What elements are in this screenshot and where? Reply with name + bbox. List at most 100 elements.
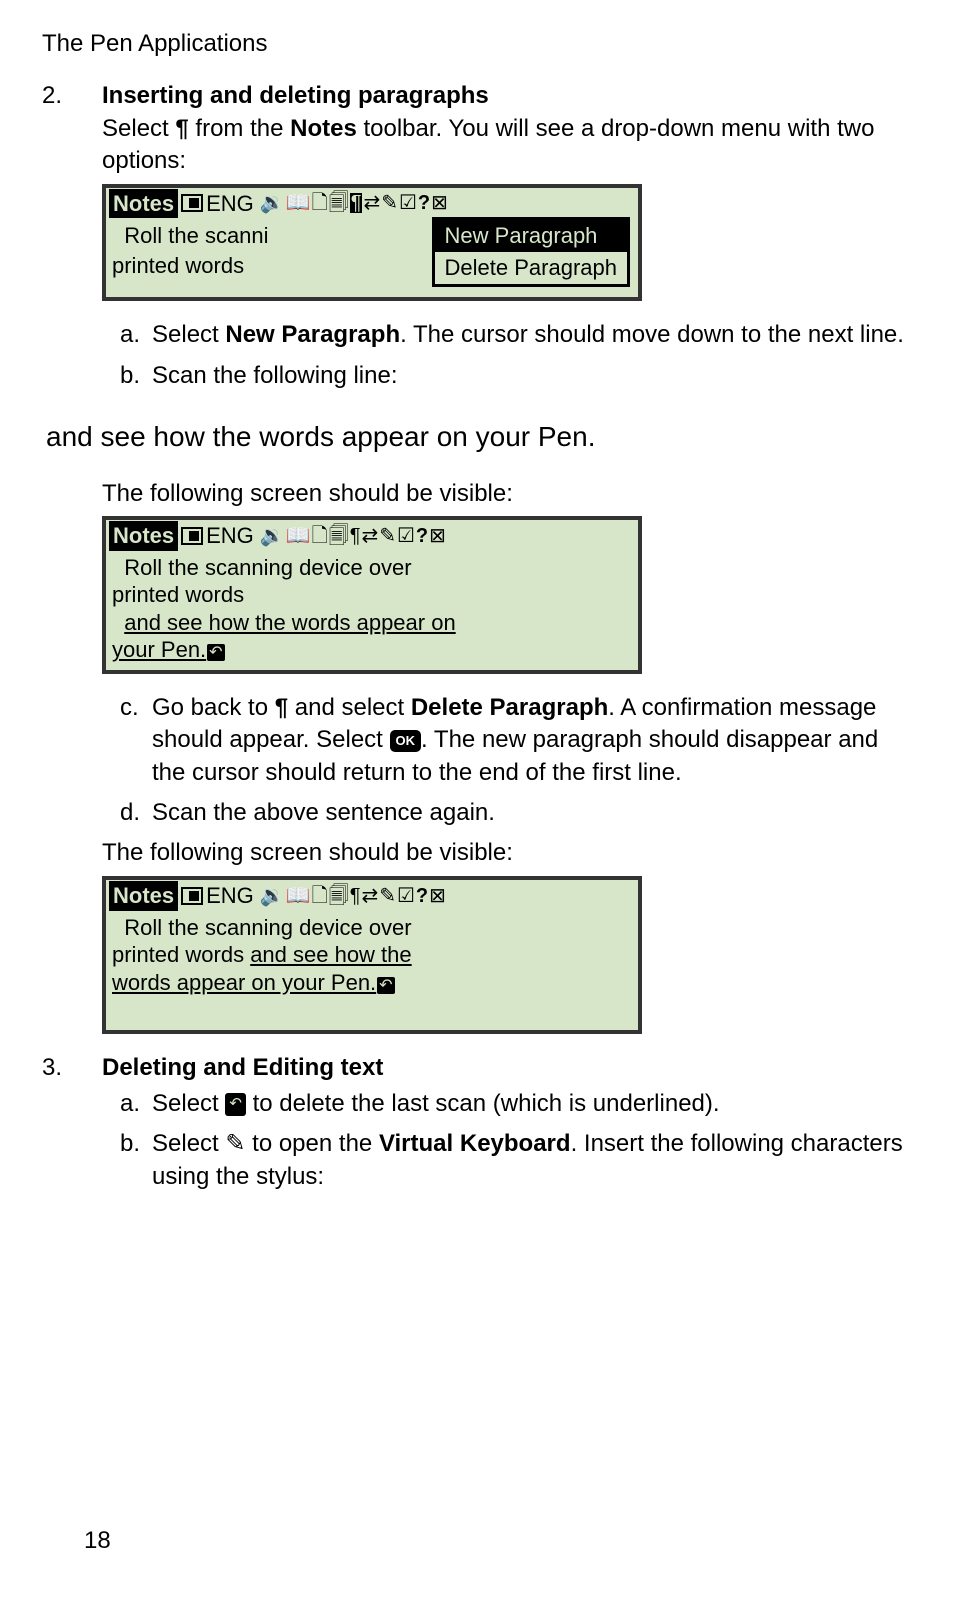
language-code-2: ENG — [206, 521, 254, 551]
item-3b: b. Select ✎ to open the Virtual Keyboard… — [120, 1128, 912, 1193]
new-file-icon: 🗋 — [312, 526, 328, 546]
pilcrow-toolbar-icon: ¶ — [350, 526, 361, 546]
dict-icon: 📖 — [286, 886, 311, 906]
section-title: Inserting and deleting paragraphs — [102, 80, 912, 112]
notes-titlebar-2: Notes ENG 🔉 📖 🗋 🗐 ¶ ⇄ ✎ ☑ ? ⊠ — [106, 520, 638, 552]
swap-icon: ⇄ — [361, 526, 378, 546]
section-number-3: 3. — [42, 1052, 102, 1202]
notes-titlebar: Notes ENG 🔉 📖 🗋 🗐 ¶ ⇄ ✎ ☑ ? ⊠ — [106, 188, 638, 220]
section-3: 3. Deleting and Editing text a. Select ↶… — [42, 1052, 912, 1202]
screenshot-dropdown: Notes ENG 🔉 📖 🗋 🗐 ¶ ⇄ ✎ ☑ ? ⊠ Roll th — [102, 184, 642, 302]
letter-b: b. — [120, 360, 152, 392]
3b-pre: Select — [152, 1130, 225, 1157]
section-number: 2. — [42, 80, 102, 400]
letter-3a: a. — [120, 1088, 152, 1120]
c-bold: Delete Paragraph — [411, 694, 608, 721]
caption-1: The following screen should be visible: — [102, 478, 912, 510]
undo-last-icon-2: ↶ — [377, 977, 394, 994]
notes-app-label-3: Notes — [109, 881, 178, 911]
c-mid: and select — [288, 694, 411, 721]
intro-mid: from the — [189, 115, 290, 142]
check-icon: ☑ — [397, 526, 415, 546]
close-icon: ⊠ — [431, 193, 448, 213]
a-bold: New Paragraph — [225, 321, 400, 348]
dict-icon: 📖 — [286, 526, 311, 546]
speaker-icon: 🔉 — [260, 886, 285, 906]
section-title-text: Inserting and deleting paragraphs — [102, 82, 489, 109]
pilcrow-toolbar-icon[interactable]: ¶ — [350, 193, 363, 213]
lang-indicator-icon-3 — [181, 887, 203, 905]
new-file-icon: 🗋 — [312, 193, 328, 213]
close-icon: ⊠ — [429, 526, 446, 546]
3a-pre: Select — [152, 1090, 225, 1117]
intro-notes: Notes — [290, 115, 357, 142]
letter-a: a. — [120, 319, 152, 351]
undo-last-icon: ↶ — [207, 644, 224, 661]
section-2: 2. Inserting and deleting paragraphs Sel… — [42, 80, 912, 400]
scan-sentence: and see how the words appear on your Pen… — [46, 418, 908, 456]
item-a: a. Select New Paragraph. The cursor shou… — [120, 319, 912, 351]
3a-post: to delete the last scan (which is underl… — [246, 1090, 720, 1117]
dropdown-new-paragraph[interactable]: New Paragraph — [435, 220, 627, 252]
new-file-icon: 🗋 — [312, 886, 328, 906]
screenshot-after-delete-paragraph: Notes ENG 🔉 📖 🗋 🗐 ¶ ⇄ ✎ ☑ ? ⊠ Roll the s… — [102, 876, 642, 1034]
intro-pre: Select — [102, 115, 175, 142]
section-3-title: Deleting and Editing text — [102, 1052, 912, 1084]
notes-app-label-2: Notes — [109, 521, 178, 551]
pilcrow-icon: ¶ — [175, 115, 188, 142]
close-icon: ⊠ — [429, 886, 446, 906]
ok-button-icon: OK — [390, 730, 422, 752]
b-text: Scan the following line: — [152, 360, 397, 392]
d-text: Scan the above sentence again. — [152, 797, 495, 829]
ss2-line2: printed words — [112, 581, 632, 609]
toolbar-icons-3: 🔉 📖 🗋 🗐 ¶ ⇄ ✎ ☑ ? ⊠ — [260, 886, 446, 906]
speaker-icon: 🔉 — [260, 193, 285, 213]
language-code-3: ENG — [206, 881, 254, 911]
page-header: The Pen Applications — [42, 28, 912, 60]
pilcrow-toolbar-icon: ¶ — [350, 886, 361, 906]
files-icon: 🗐 — [329, 193, 349, 213]
lang-indicator-icon-2 — [181, 527, 203, 545]
letter-d: d. — [120, 797, 152, 829]
swap-icon: ⇄ — [361, 886, 378, 906]
dict-icon: 📖 — [286, 193, 311, 213]
item-3a: a. Select ↶ to delete the last scan (whi… — [120, 1088, 912, 1120]
3b-bold: Virtual Keyboard — [379, 1130, 571, 1157]
dropdown-delete-paragraph[interactable]: Delete Paragraph — [435, 252, 627, 284]
check-icon: ☑ — [399, 193, 417, 213]
speaker-icon: 🔉 — [260, 526, 285, 546]
section-3-title-text: Deleting and Editing text — [102, 1054, 383, 1081]
3b-mid: to open the — [245, 1130, 378, 1157]
check-icon: ☑ — [397, 886, 415, 906]
pencil-icon: ✎ — [381, 193, 398, 213]
pencil-icon: ✎ — [379, 886, 396, 906]
swap-icon: ⇄ — [363, 193, 380, 213]
ss3-line3: words appear on your Pen.↶ — [112, 969, 632, 997]
a-pre: Select — [152, 321, 225, 348]
caption-2: The following screen should be visible: — [102, 837, 912, 869]
item-c: c. Go back to ¶ and select Delete Paragr… — [120, 692, 912, 789]
screenshot-after-new-paragraph: Notes ENG 🔉 📖 🗋 🗐 ¶ ⇄ ✎ ☑ ? ⊠ Roll the s… — [102, 516, 642, 674]
help-icon: ? — [418, 193, 430, 213]
pencil-icon-inline: ✎ — [225, 1130, 245, 1157]
help-icon: ? — [416, 526, 428, 546]
undo-icon: ↶ — [225, 1093, 246, 1115]
toolbar-icons: 🔉 📖 🗋 🗐 ¶ ⇄ ✎ ☑ ? ⊠ — [260, 193, 448, 213]
language-code: ENG — [206, 189, 254, 219]
notes-app-label: Notes — [109, 189, 178, 219]
a-post: . The cursor should move down to the nex… — [400, 321, 904, 348]
help-icon: ? — [416, 886, 428, 906]
paragraph-dropdown[interactable]: New Paragraph Delete Paragraph — [432, 217, 630, 286]
item-b: b. Scan the following line: — [120, 360, 912, 392]
ss3-line2: printed words and see how the — [112, 941, 632, 969]
pilcrow-icon-2: ¶ — [275, 694, 288, 721]
c-pre: Go back to — [152, 694, 275, 721]
files-icon: 🗐 — [329, 526, 349, 546]
files-icon: 🗐 — [329, 886, 349, 906]
pencil-icon: ✎ — [379, 526, 396, 546]
toolbar-icons-2: 🔉 📖 🗋 🗐 ¶ ⇄ ✎ ☑ ? ⊠ — [260, 526, 446, 546]
page-number: 18 — [84, 1525, 111, 1557]
letter-3b: b. — [120, 1128, 152, 1193]
ss3-line1: Roll the scanning device over — [112, 914, 632, 942]
notes-titlebar-3: Notes ENG 🔉 📖 🗋 🗐 ¶ ⇄ ✎ ☑ ? ⊠ — [106, 880, 638, 912]
